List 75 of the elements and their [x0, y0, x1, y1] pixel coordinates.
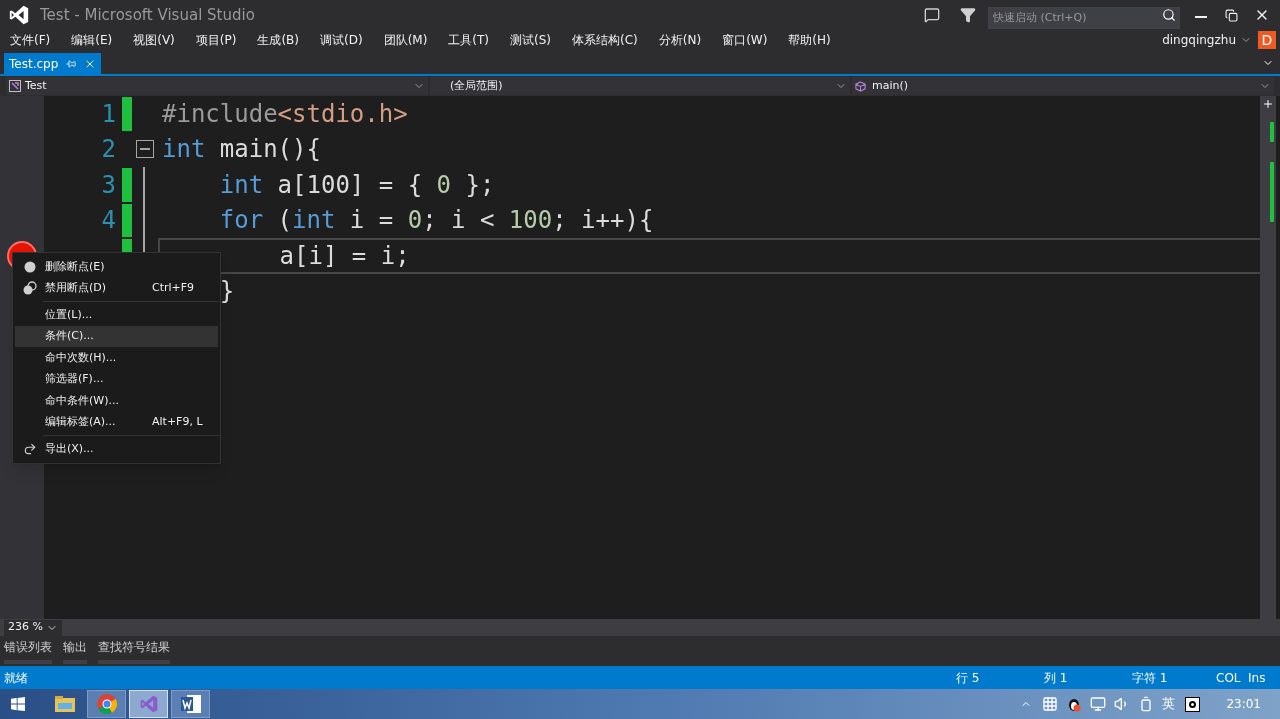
ide-icon	[138, 694, 159, 714]
feedback-icon[interactable]	[924, 7, 940, 23]
column-indicator: 列 1	[1044, 669, 1069, 687]
grid-icon[interactable]	[1042, 696, 1059, 712]
menu-item[interactable]: 分析(N)	[652, 30, 708, 50]
code-line: int a[100] = { 0 };	[219, 169, 495, 201]
split-icon[interactable]	[1262, 98, 1274, 110]
change-mark	[1270, 162, 1274, 222]
window-title: Test - Microsoft Visual Studio	[40, 4, 255, 26]
zoom-dropdown[interactable]: 236 %	[4, 619, 62, 636]
curved-arrow-icon	[23, 441, 37, 456]
menu-item[interactable]: 调试(D)	[314, 30, 369, 50]
character-indicator: 字符 1	[1132, 669, 1169, 687]
filled-circle-icon	[24, 260, 36, 273]
context-menu-item[interactable]: 导出(X)...	[15, 438, 218, 460]
context-menu-item[interactable]: 编辑标签(A)... Alt+F9, L	[15, 411, 218, 433]
code-line: }	[219, 276, 235, 308]
restore-icon	[1224, 8, 1238, 22]
quick-launch-field[interactable]: 快速启动 (Ctrl+Q)	[988, 6, 1180, 29]
context-menu-item[interactable]: 命中次数(H)...	[15, 347, 218, 369]
filter-icon[interactable]	[960, 7, 976, 23]
two-circles-icon	[23, 281, 37, 296]
scope-dropdown[interactable]: (全局范围)	[430, 77, 850, 95]
user-name[interactable]: dingqingzhu	[1162, 31, 1236, 49]
line-number: 3	[101, 169, 116, 201]
menu-item[interactable]: 视图(V)	[127, 30, 181, 50]
shortcut-text: Ctrl+F9	[152, 280, 196, 296]
context-menu-item[interactable]: 位置(L)...	[15, 304, 218, 326]
insert-mode-indicator: Ins	[1248, 669, 1267, 687]
member-dropdown[interactable]: main()	[852, 77, 1274, 95]
taskbar-button[interactable]	[171, 690, 210, 718]
change-mark	[1270, 122, 1274, 142]
windows-logo-icon[interactable]	[11, 697, 25, 711]
shortcut-text: Alt+F9, L	[152, 414, 204, 430]
menu-item[interactable]: 窗口(W)	[716, 30, 774, 50]
vertical-scrollbar[interactable]	[1260, 96, 1276, 619]
code-line: a[i] = i;	[279, 240, 410, 272]
column-mode-indicator: COL	[1216, 669, 1242, 687]
line-indicator: 行 5	[956, 669, 981, 687]
menu-item[interactable]: 体系结构(C)	[566, 30, 644, 50]
menu-item[interactable]: 项目(P)	[189, 30, 243, 50]
browser-icon	[96, 694, 117, 714]
penguin-icon[interactable]	[1066, 696, 1083, 712]
project-dropdown[interactable]: Test	[6, 77, 428, 95]
folder-icon	[54, 696, 75, 712]
menu-item[interactable]: 团队(M)	[377, 30, 434, 50]
code-line: int main(){	[162, 134, 321, 166]
context-menu-item[interactable]: 条件(C)...	[15, 325, 218, 347]
tab-label: Test.cpp	[9, 55, 59, 73]
status-message: 就绪	[4, 669, 29, 687]
cube-icon	[855, 80, 866, 92]
code-line: #include<stdio.h>	[162, 98, 408, 130]
menu-item[interactable]: 工具(T)	[442, 30, 496, 50]
context-menu-item[interactable]: 命中条件(W)...	[15, 390, 218, 412]
menu-item[interactable]: 测试(S)	[504, 30, 558, 50]
line-number: 2	[101, 134, 116, 166]
context-menu-item[interactable]: 删除断点(E)	[15, 256, 218, 278]
collapse-box[interactable]	[136, 140, 154, 159]
pin-icon[interactable]	[66, 58, 77, 69]
document-icon	[180, 695, 201, 713]
project-icon	[9, 80, 21, 92]
app-tray-icon[interactable]	[1185, 696, 1201, 712]
menu-item[interactable]: 编辑(E)	[65, 30, 119, 50]
line-number: 1	[101, 98, 116, 130]
document-tab[interactable]: Test.cpp	[4, 53, 102, 74]
search-icon[interactable]	[1162, 8, 1176, 22]
context-menu-item[interactable]: 禁用断点(D) Ctrl+F9	[15, 277, 218, 299]
menu-item[interactable]: 生成(B)	[251, 30, 305, 50]
menu-item[interactable]: 帮助(H)	[782, 30, 837, 50]
code-line: for (int i = 0; i < 100; i++){	[219, 205, 654, 237]
minimize-icon	[1195, 16, 1207, 18]
line-number: 4	[101, 205, 116, 237]
menu-item[interactable]: 文件(F)	[4, 30, 57, 50]
context-menu-item[interactable]: 筛选器(F)...	[15, 368, 218, 390]
app-logo-icon	[8, 4, 30, 26]
